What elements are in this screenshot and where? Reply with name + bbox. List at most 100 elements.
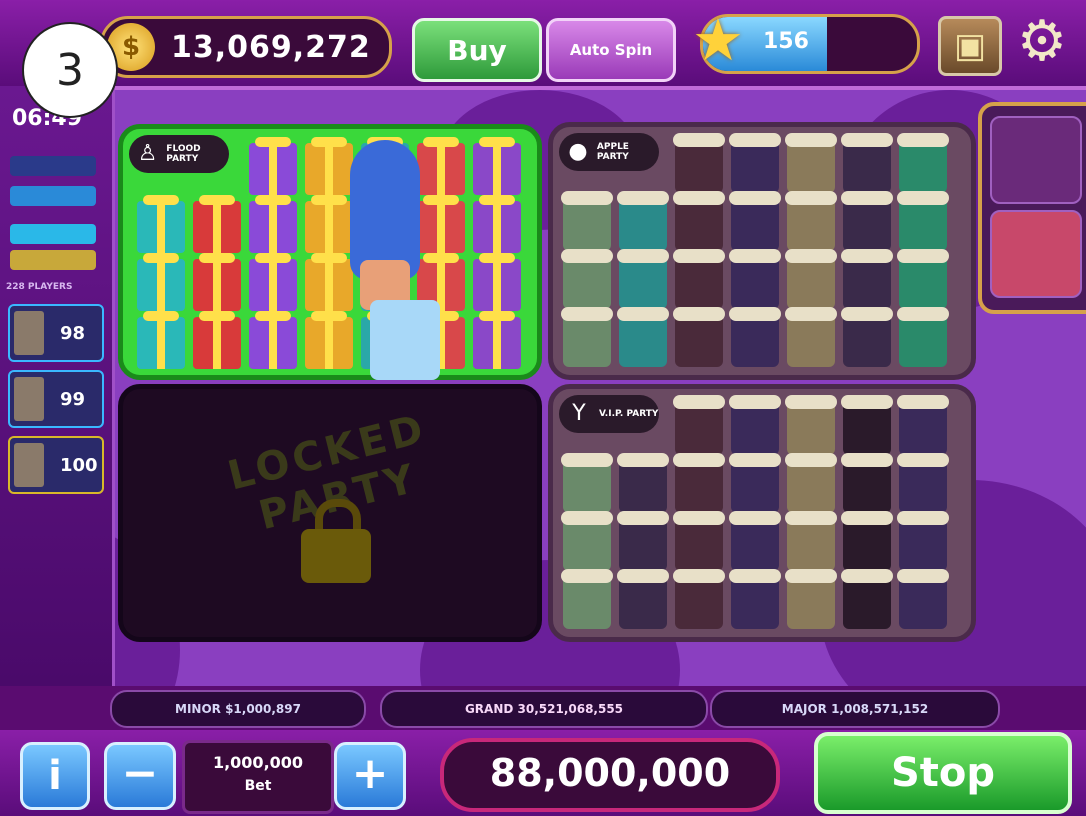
board-cell[interactable] <box>617 569 669 629</box>
powerup-panel <box>978 102 1086 314</box>
lock-icon <box>301 499 371 583</box>
board-cell[interactable] <box>897 511 949 571</box>
board-cell[interactable] <box>897 191 949 251</box>
board-cell[interactable] <box>561 453 613 513</box>
board-cell[interactable] <box>785 453 837 513</box>
board-cell[interactable] <box>897 133 949 193</box>
bingo-board-locked: LOCKED PARTY <box>118 384 542 642</box>
coin-balance: $ 13,069,272 <box>100 16 392 78</box>
board-cell[interactable] <box>137 253 185 311</box>
buy-button[interactable]: Buy <box>412 18 542 82</box>
board-cell[interactable] <box>785 569 837 629</box>
board-cell[interactable] <box>193 311 241 369</box>
board-grid <box>561 133 949 367</box>
board-cell[interactable] <box>473 311 521 369</box>
board-cell[interactable] <box>249 311 297 369</box>
board-cell[interactable] <box>473 137 521 195</box>
board-cell[interactable] <box>785 191 837 251</box>
board-cell[interactable] <box>897 249 949 309</box>
board-cell[interactable] <box>785 395 837 455</box>
board-cell[interactable] <box>673 395 725 455</box>
board-cell[interactable] <box>785 249 837 309</box>
board-cell[interactable] <box>473 253 521 311</box>
board-cell[interactable] <box>729 307 781 367</box>
player-card[interactable]: 99 <box>8 370 104 428</box>
board-cell[interactable] <box>841 249 893 309</box>
powerup-slot[interactable] <box>990 116 1082 204</box>
bet-display: 1,000,000 Bet <box>182 740 334 814</box>
board-cell[interactable] <box>841 395 893 455</box>
board-cell[interactable] <box>897 453 949 513</box>
board-cell[interactable] <box>897 569 949 629</box>
board-cell[interactable] <box>785 511 837 571</box>
sidebar-badge <box>10 224 96 244</box>
board-cell[interactable] <box>137 311 185 369</box>
board-cell[interactable] <box>561 569 613 629</box>
board-grid <box>561 395 949 629</box>
player-card[interactable]: 100 <box>8 436 104 494</box>
board-cell[interactable] <box>561 191 613 251</box>
board-cell[interactable] <box>897 395 949 455</box>
board-cell[interactable] <box>841 569 893 629</box>
board-cell[interactable] <box>673 191 725 251</box>
board-cell[interactable] <box>841 133 893 193</box>
board-cell[interactable] <box>249 137 297 195</box>
board-cell[interactable] <box>841 511 893 571</box>
board-cell[interactable] <box>193 253 241 311</box>
player-score: 99 <box>60 388 86 410</box>
gear-icon[interactable]: ⚙ <box>1012 12 1072 72</box>
bingo-board-apple[interactable]: ● APPLE PARTY <box>548 122 976 380</box>
player-score: 98 <box>60 322 86 344</box>
left-sidebar: 06:49 228 PLAYERS 98 99 100 <box>0 86 115 686</box>
board-cell[interactable] <box>673 133 725 193</box>
board-cell[interactable] <box>897 307 949 367</box>
board-cell[interactable] <box>785 133 837 193</box>
board-cell[interactable] <box>561 511 613 571</box>
player-card[interactable]: 98 <box>8 304 104 362</box>
board-cell[interactable] <box>841 453 893 513</box>
bingo-board-vip[interactable]: Y V.I.P. PARTY <box>548 384 976 642</box>
board-cell[interactable] <box>841 191 893 251</box>
avatar <box>14 377 44 421</box>
board-cell[interactable] <box>561 249 613 309</box>
board-cell[interactable] <box>841 307 893 367</box>
auto-spin-button[interactable]: Auto Spin <box>546 18 676 82</box>
board-cell[interactable] <box>729 511 781 571</box>
stop-button[interactable]: Stop <box>814 732 1072 814</box>
board-cell[interactable] <box>249 195 297 253</box>
board-cell[interactable] <box>673 453 725 513</box>
bet-value: 1,000,000 <box>212 753 304 772</box>
board-cell[interactable] <box>729 453 781 513</box>
board-cell[interactable] <box>617 511 669 571</box>
players-label: 228 PLAYERS <box>6 282 73 292</box>
board-cell[interactable] <box>617 191 669 251</box>
board-cell[interactable] <box>617 249 669 309</box>
board-cell[interactable] <box>729 249 781 309</box>
chest-icon[interactable]: ▣ <box>938 16 1002 76</box>
bet-label: Bet <box>244 778 272 794</box>
board-cell[interactable] <box>729 191 781 251</box>
powerup-slot[interactable] <box>990 210 1082 298</box>
board-cell[interactable] <box>673 249 725 309</box>
board-cell[interactable] <box>673 307 725 367</box>
board-cell[interactable] <box>673 569 725 629</box>
board-cell[interactable] <box>729 133 781 193</box>
bet-increase-button[interactable]: + <box>334 742 406 810</box>
star-icon: ★ <box>692 6 744 74</box>
board-cell[interactable] <box>561 307 613 367</box>
coin-balance-value: 13,069,272 <box>171 29 371 65</box>
board-cell[interactable] <box>729 569 781 629</box>
info-button[interactable]: i <box>20 742 90 810</box>
board-cell[interactable] <box>137 195 185 253</box>
board-cell[interactable] <box>473 195 521 253</box>
bet-decrease-button[interactable]: − <box>104 742 176 810</box>
jackpot-bar: MINOR $1,000,897 GRAND 30,521,068,555 MA… <box>0 686 1086 730</box>
board-cell[interactable] <box>193 195 241 253</box>
board-cell[interactable] <box>617 453 669 513</box>
board-cell[interactable] <box>729 395 781 455</box>
board-cell[interactable] <box>673 511 725 571</box>
board-cell[interactable] <box>249 253 297 311</box>
board-cell[interactable] <box>617 307 669 367</box>
board-cell[interactable] <box>785 307 837 367</box>
win-amount: 88,000,000 <box>440 738 780 812</box>
